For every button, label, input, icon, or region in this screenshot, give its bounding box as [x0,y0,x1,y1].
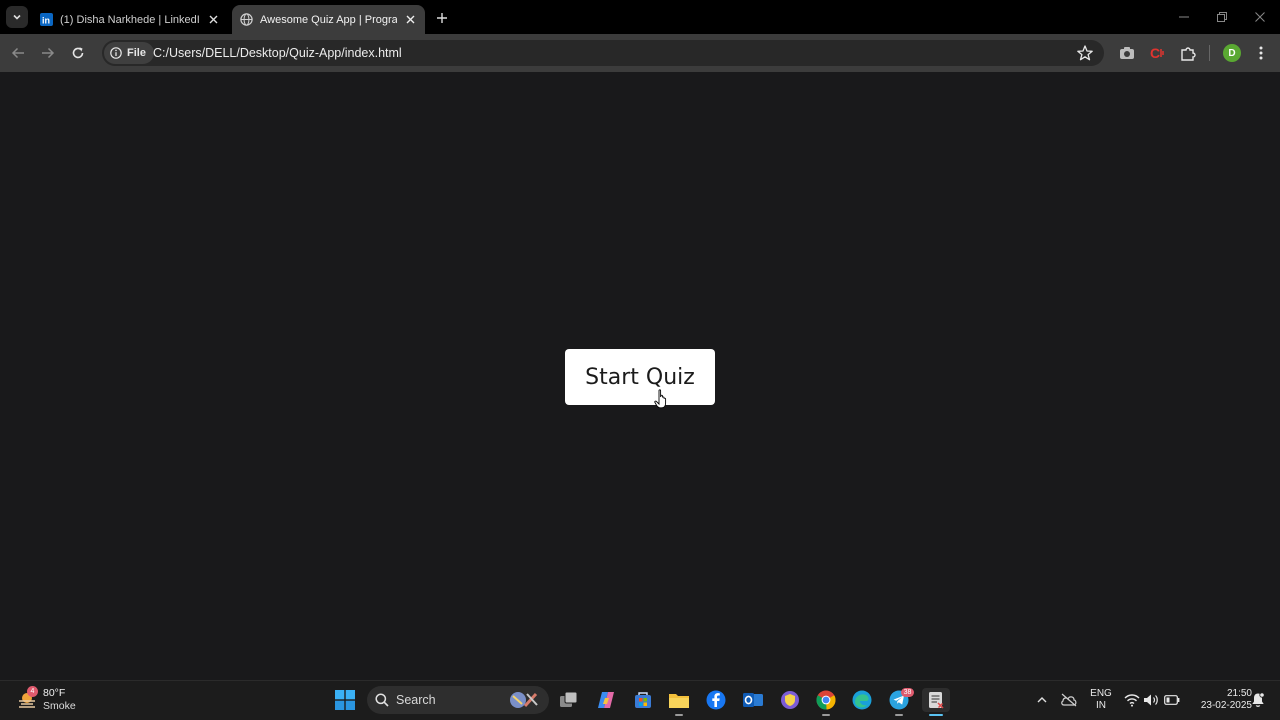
weather-widget[interactable]: 4 80°F Smoke [14,686,94,714]
tab-search-button[interactable] [6,6,28,28]
task-view-button[interactable] [557,688,581,712]
clock-date: 23-02-2025 [1200,700,1252,711]
task-view-icon [560,691,578,707]
editor-icon [929,692,944,709]
bookmark-star-icon[interactable] [1076,44,1094,62]
svg-text:in: in [42,16,50,26]
search-icon [375,693,389,707]
reload-button[interactable] [68,43,88,63]
battery-icon [1164,695,1180,705]
back-button[interactable] [8,43,28,63]
minimize-icon [1179,16,1189,18]
tab-title: Awesome Quiz App | Programm [260,13,397,26]
copilot-button[interactable] [594,688,618,712]
profile-button[interactable]: D [1222,43,1242,63]
language-line2: IN [1096,700,1106,711]
search-label: Search [396,693,436,707]
weather-temp: 80°F [43,687,66,699]
outlook-button[interactable] [741,688,765,712]
globe-icon [240,13,253,26]
extension-c-button[interactable]: C [1147,43,1167,63]
search-highlight-icon [510,692,538,708]
clock[interactable]: 21:50 23-02-2025 [1186,688,1252,712]
restore-button[interactable] [1212,8,1232,26]
info-icon [110,47,122,59]
close-tab-icon[interactable] [403,13,417,27]
notifications-button[interactable] [1246,688,1270,712]
onedrive-button[interactable] [1057,688,1081,712]
telegram-badge: 38 [901,688,914,697]
tab-quiz-app[interactable]: Awesome Quiz App | Programm [232,5,425,34]
arrow-right-icon [42,47,55,59]
reload-icon [72,47,84,59]
chevron-down-icon [13,14,21,20]
taskbar-search[interactable]: Search [367,686,549,714]
plus-icon [437,13,447,23]
shield-vpn-icon [781,691,799,709]
start-button[interactable] [333,688,357,712]
folder-icon [669,694,689,708]
vpn-button[interactable] [778,688,802,712]
language-indicator[interactable]: ENG IN [1088,688,1114,712]
weather-condition: Smoke [43,700,76,712]
close-icon [1255,12,1265,22]
scheme-label: File [127,47,146,59]
facebook-icon [706,690,726,710]
restore-icon [1217,12,1227,22]
windows-logo-icon [335,690,355,710]
running-indicator [675,714,683,716]
editor-app-button[interactable] [922,688,950,712]
site-info-chip[interactable]: File [104,42,154,64]
copilot-icon [598,692,614,708]
puzzle-icon [1181,47,1196,61]
clock-time: 21:50 [1226,688,1252,699]
camera-button[interactable] [1117,43,1137,63]
chrome-icon [816,690,836,710]
start-quiz-button[interactable]: Start Quiz [565,349,715,405]
svg-text:C: C [1150,45,1160,61]
tab-strip: in (1) Disha Narkhede | LinkedIn Awesome… [0,0,1280,34]
toolbar-divider [1209,45,1210,61]
running-indicator [895,714,903,716]
store-button[interactable] [631,688,655,712]
cloud-off-icon [1061,693,1077,707]
arrow-left-icon [11,47,24,59]
edge-button[interactable] [850,688,874,712]
extension-c-icon: C [1150,45,1164,61]
store-icon [635,692,651,708]
file-explorer-button[interactable] [667,688,691,712]
close-window-button[interactable] [1250,8,1270,26]
facebook-button[interactable] [704,688,728,712]
avatar: D [1223,44,1241,62]
outlook-icon [743,693,763,707]
chrome-button[interactable] [814,688,838,712]
menu-button[interactable] [1251,43,1271,63]
show-hidden-icons-button[interactable] [1030,688,1054,712]
speaker-icon [1144,694,1158,706]
battery-button[interactable] [1160,688,1184,712]
weather-badge: 4 [27,686,38,697]
chevron-up-icon [1037,697,1047,703]
new-tab-button[interactable] [432,8,452,28]
forward-button[interactable] [38,43,58,63]
linkedin-icon: in [40,13,53,26]
active-indicator [929,714,943,716]
edge-icon [852,690,872,710]
url-text[interactable]: C:/Users/DELL/Desktop/Quiz-App/index.htm… [153,45,402,61]
language-line1: ENG [1090,688,1112,699]
minimize-button[interactable] [1174,8,1194,26]
close-tab-icon[interactable] [206,13,220,27]
wifi-icon [1124,694,1140,707]
tab-linkedin[interactable]: in (1) Disha Narkhede | LinkedIn [32,5,228,34]
tab-title: (1) Disha Narkhede | LinkedIn [60,13,200,26]
bell-icon [1252,692,1265,707]
kebab-menu-icon [1259,46,1263,60]
camera-icon [1120,47,1134,59]
running-indicator [822,714,830,716]
hand-cursor-icon [654,389,668,409]
extensions-button[interactable] [1178,43,1198,63]
